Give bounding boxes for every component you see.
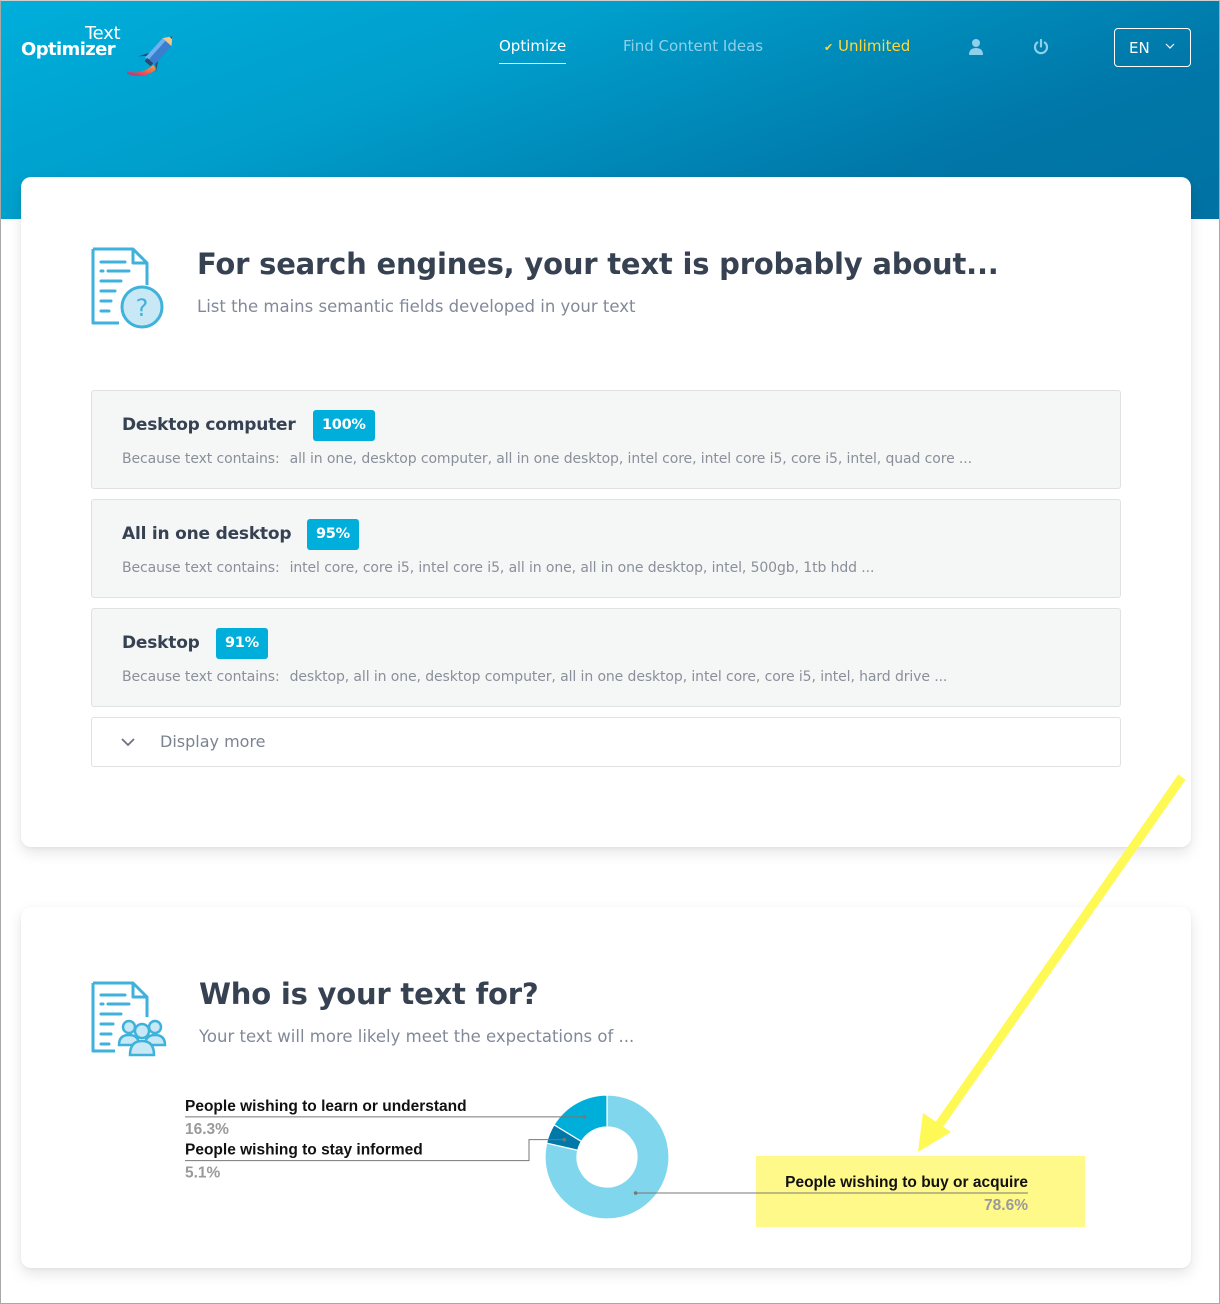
reason-terms: intel core, core i5, intel core i5, all … xyxy=(289,560,875,576)
semantic-field-reason: Because text contains: desktop, all in on… xyxy=(122,669,947,685)
chart-label-value: 78.6% xyxy=(984,1197,1028,1214)
user-icon[interactable] xyxy=(967,38,985,56)
nav-link-optimize[interactable]: Optimize xyxy=(499,37,567,64)
chart-label-value: 5.1% xyxy=(185,1165,221,1182)
semantic-fields-card: ? For search engines, your text is proba… xyxy=(21,177,1191,847)
semantic-section-title: For search engines, your text is probabl… xyxy=(197,247,999,281)
semantic-field-reason: Because text contains: all in one, deskto… xyxy=(122,451,972,467)
nav-link-find-content-ideas[interactable]: Find Content Ideas xyxy=(623,37,763,61)
semantic-field-name: All in one desktop xyxy=(122,524,292,544)
donut-chart-svg: People wishing to learn or understand 16.… xyxy=(185,1094,1085,1227)
rocket-pencil-icon xyxy=(127,36,173,76)
unlimited-label: Unlimited xyxy=(838,37,911,55)
language-select[interactable]: EN xyxy=(1114,28,1191,67)
score-badge: 91% xyxy=(216,628,268,659)
semantic-section-subtitle: List the mains semantic fields developed… xyxy=(197,297,636,316)
semantic-field-reason: Because text contains: intel core, core i… xyxy=(122,560,874,576)
page-frame: Text Optimizer Optimize Find Content Ide… xyxy=(0,0,1220,1304)
semantic-field-item: Desktop computer 100% Because text conta… xyxy=(91,390,1121,489)
chart-label-name: People wishing to learn or understand xyxy=(185,1098,467,1115)
svg-text:?: ? xyxy=(136,294,149,322)
document-question-icon: ? xyxy=(91,247,164,329)
display-more-button[interactable]: Display more xyxy=(91,717,1121,767)
semantic-field-item: Desktop 91% Because text contains: deskto… xyxy=(91,608,1121,707)
reason-prefix: Because text contains: xyxy=(122,669,280,685)
semantic-field-item: All in one desktop 95% Because text cont… xyxy=(91,499,1121,598)
logo-text-line2: Optimizer xyxy=(21,39,116,60)
display-more-label: Display more xyxy=(160,732,266,751)
check-icon: ✔ xyxy=(824,41,834,54)
power-icon[interactable] xyxy=(1032,38,1050,56)
chevron-down-icon xyxy=(1165,43,1175,49)
semantic-field-name: Desktop xyxy=(122,633,200,653)
score-badge: 95% xyxy=(307,519,359,550)
chart-label-value: 16.3% xyxy=(185,1121,229,1138)
audience-card: Who is your text for? Your text will mor… xyxy=(21,907,1191,1268)
nav-link-unlimited[interactable]: ✔ Unlimited xyxy=(824,37,910,61)
logo[interactable]: Text Optimizer xyxy=(19,23,179,79)
reason-terms: desktop, all in one, desktop computer, a… xyxy=(289,669,948,685)
chart-label-name: People wishing to stay informed xyxy=(185,1142,423,1159)
language-selected: EN xyxy=(1129,39,1150,57)
semantic-field-name: Desktop computer xyxy=(122,415,296,435)
score-badge: 100% xyxy=(313,410,375,441)
highlight-box xyxy=(756,1156,1085,1227)
audience-donut-chart: People wishing to learn or understand 16.… xyxy=(21,907,1191,1268)
chevron-down-icon xyxy=(121,738,135,747)
reason-prefix: Because text contains: xyxy=(122,560,280,576)
reason-terms: all in one, desktop computer, all in one… xyxy=(289,451,972,467)
chart-label-name: People wishing to buy or acquire xyxy=(785,1174,1028,1191)
reason-prefix: Because text contains: xyxy=(122,451,280,467)
